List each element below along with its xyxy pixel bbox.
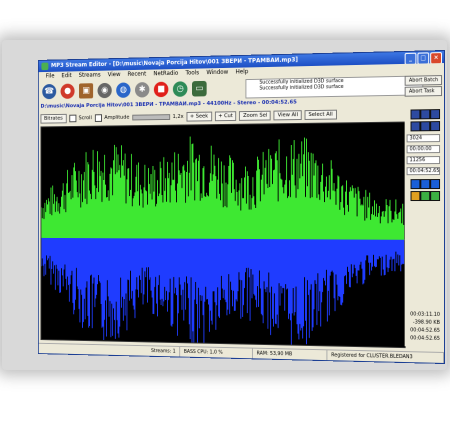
- cut-button[interactable]: + Cut: [215, 111, 237, 121]
- menu-file[interactable]: File: [46, 72, 55, 82]
- side-button[interactable]: [420, 121, 430, 131]
- menu-help[interactable]: Help: [236, 67, 249, 77]
- side-field[interactable]: 11256: [407, 156, 440, 164]
- waveform-display[interactable]: [41, 122, 406, 349]
- menu-view[interactable]: View: [108, 70, 121, 80]
- zoom-value: 1,2x: [173, 114, 184, 120]
- amplitude-checkbox[interactable]: [95, 114, 102, 122]
- playback-grid: [411, 109, 443, 131]
- waveform-top-channel: [41, 134, 403, 240]
- side-panel: 3024 00:00:00 11256 00:04:52.65 00:03:11…: [405, 97, 442, 347]
- scroll-label: Scroll: [79, 115, 92, 121]
- side-button[interactable]: [420, 109, 430, 119]
- menu-edit[interactable]: Edit: [61, 71, 71, 81]
- side-button[interactable]: [430, 121, 440, 131]
- abort-batch-button[interactable]: Abort Batch: [405, 75, 442, 86]
- clock-icon[interactable]: ◷: [173, 81, 188, 97]
- transport-grid: [411, 179, 443, 201]
- waveform-svg: [41, 123, 404, 348]
- phone-icon[interactable]: ☎: [42, 84, 56, 99]
- bitrates-button[interactable]: Bitrates: [41, 114, 67, 124]
- readout: 00:04:52.65: [407, 334, 440, 343]
- side-field[interactable]: 3024: [407, 134, 440, 142]
- scroll-checkbox[interactable]: [69, 115, 76, 123]
- seek-button[interactable]: + Seek: [186, 112, 211, 122]
- gear-icon[interactable]: ✱: [135, 82, 149, 98]
- next-button[interactable]: [411, 191, 421, 201]
- time-readouts: 00:03:11.10 -398.90 KB 00:04:52.65 00:04…: [407, 310, 440, 343]
- message-log: Successfully initialized D3D surface Suc…: [245, 75, 423, 98]
- menu-streams[interactable]: Streams: [79, 71, 101, 81]
- end-button[interactable]: [430, 191, 440, 201]
- side-button[interactable]: [430, 109, 440, 119]
- menu-window[interactable]: Window: [206, 68, 228, 78]
- amplitude-slider[interactable]: [132, 114, 170, 120]
- menu-tools[interactable]: Tools: [186, 69, 200, 79]
- waveform-bottom-channel: [41, 238, 403, 347]
- loop-button[interactable]: [420, 191, 430, 201]
- stop-icon[interactable]: ■: [154, 82, 168, 98]
- side-button[interactable]: [411, 121, 421, 131]
- globe-icon[interactable]: ◍: [116, 82, 130, 97]
- box-icon[interactable]: ▣: [79, 83, 93, 98]
- view-all-button[interactable]: View All: [274, 110, 302, 120]
- select-all-button[interactable]: Select All: [305, 110, 337, 120]
- record-icon[interactable]: ●: [61, 84, 75, 99]
- abort-buttons: Abort Batch Abort Task: [405, 75, 442, 97]
- status-ram: RAM: 53,90 MB: [253, 349, 327, 361]
- side-field[interactable]: 00:04:52.65: [407, 167, 440, 175]
- play-button[interactable]: [411, 179, 421, 189]
- cd-icon[interactable]: ▭: [192, 81, 207, 97]
- side-field[interactable]: 00:00:00: [407, 145, 440, 153]
- stop-button[interactable]: [430, 179, 440, 189]
- abort-task-button[interactable]: Abort Task: [405, 86, 442, 97]
- side-button[interactable]: [411, 109, 421, 119]
- zoom-sel-button[interactable]: Zoom Sel: [239, 111, 271, 121]
- status-registered: Registered for CLUSTER.BLEDAN3: [327, 350, 444, 363]
- pause-button[interactable]: [420, 179, 430, 189]
- app-window: MP3 Stream Editor - [D:\music\Novaja Por…: [38, 50, 445, 364]
- app-icon: [41, 63, 48, 71]
- menu-recent[interactable]: Recent: [128, 70, 147, 80]
- disc-icon[interactable]: ◉: [98, 83, 112, 98]
- status-cpu: BASS CPU: 1,0 %: [180, 347, 253, 358]
- amplitude-label: Amplitude: [104, 115, 129, 121]
- menu-netradio[interactable]: NetRadio: [153, 69, 178, 79]
